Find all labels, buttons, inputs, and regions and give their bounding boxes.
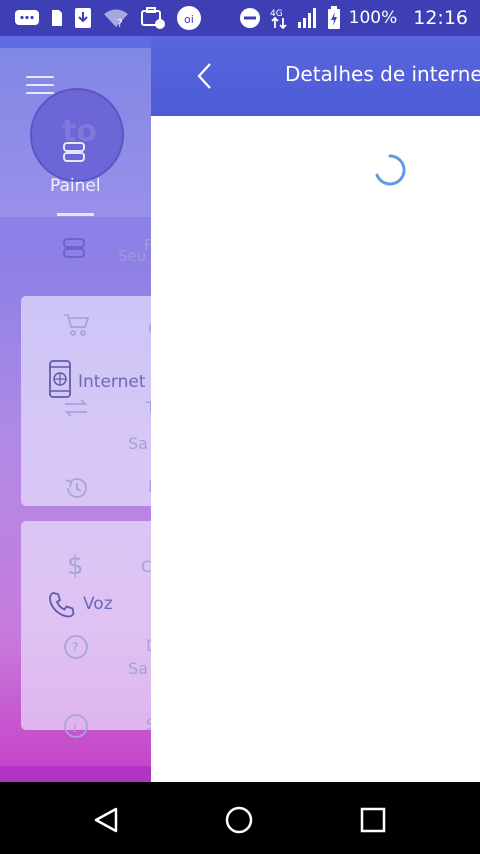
loading-spinner	[374, 154, 406, 186]
chat-icon	[14, 8, 40, 28]
detail-panel: Detalhes de internet	[151, 36, 480, 782]
internet-card-label: Internet	[78, 372, 146, 392]
svg-text:4G: 4G	[270, 9, 283, 19]
triangle-back-icon	[94, 807, 118, 833]
info-icon[interactable]: i	[63, 713, 89, 743]
dnd-icon	[239, 7, 261, 29]
dollar-icon[interactable]: $	[67, 551, 84, 581]
clock: 12:16	[413, 7, 468, 29]
svg-text:i: i	[73, 721, 77, 736]
swap-icon[interactable]	[62, 396, 90, 424]
system-icons: 4G 100% 12:16	[239, 4, 468, 32]
ghost-text: Sa	[128, 659, 148, 678]
stack-icon	[62, 140, 86, 168]
internet-card[interactable]	[21, 296, 161, 506]
nav-home-button[interactable]	[219, 802, 259, 838]
nav-recent-button[interactable]	[353, 802, 393, 838]
status-bar: ? oi 4G 100% 12:16	[0, 0, 480, 36]
help-icon[interactable]: ?	[63, 634, 89, 664]
voz-card[interactable]	[21, 521, 161, 730]
painel-tab-label[interactable]: Painel	[50, 176, 101, 196]
navigation-bar	[0, 782, 480, 854]
stack-icon	[62, 236, 86, 264]
svg-text:?: ?	[72, 641, 79, 656]
download-icon	[74, 7, 92, 29]
network-type: 4G	[269, 6, 289, 30]
panel-title: Detalhes de internet	[285, 62, 480, 86]
call-icon	[48, 590, 76, 622]
nav-back-button[interactable]	[86, 802, 126, 838]
battery-icon	[327, 6, 341, 30]
oi-app-icon: oi	[176, 5, 202, 31]
circle-home-icon	[225, 806, 253, 834]
briefcase-icon	[140, 6, 166, 30]
square-recent-icon	[360, 807, 386, 833]
hamburger-menu-icon[interactable]	[26, 76, 54, 96]
seu-text: Seu	[118, 247, 147, 265]
sd-card-icon	[50, 8, 64, 28]
signal-icon	[297, 7, 319, 29]
wifi-icon: ?	[102, 8, 130, 28]
avatar[interactable]: to	[30, 88, 124, 182]
back-button[interactable]	[187, 58, 223, 94]
cart-icon[interactable]	[62, 311, 90, 343]
active-tab-indicator	[57, 213, 94, 216]
svg-text:?: ?	[117, 17, 123, 28]
history-icon[interactable]	[63, 474, 91, 506]
svg-text:oi: oi	[184, 13, 194, 26]
chevron-left-icon	[197, 63, 211, 89]
battery-percent: 100%	[348, 8, 398, 28]
panel-header: Detalhes de internet	[151, 36, 480, 116]
voz-card-label: Voz	[83, 594, 113, 614]
notification-icons: ? oi	[14, 4, 202, 32]
ghost-text: Sa	[128, 434, 148, 453]
